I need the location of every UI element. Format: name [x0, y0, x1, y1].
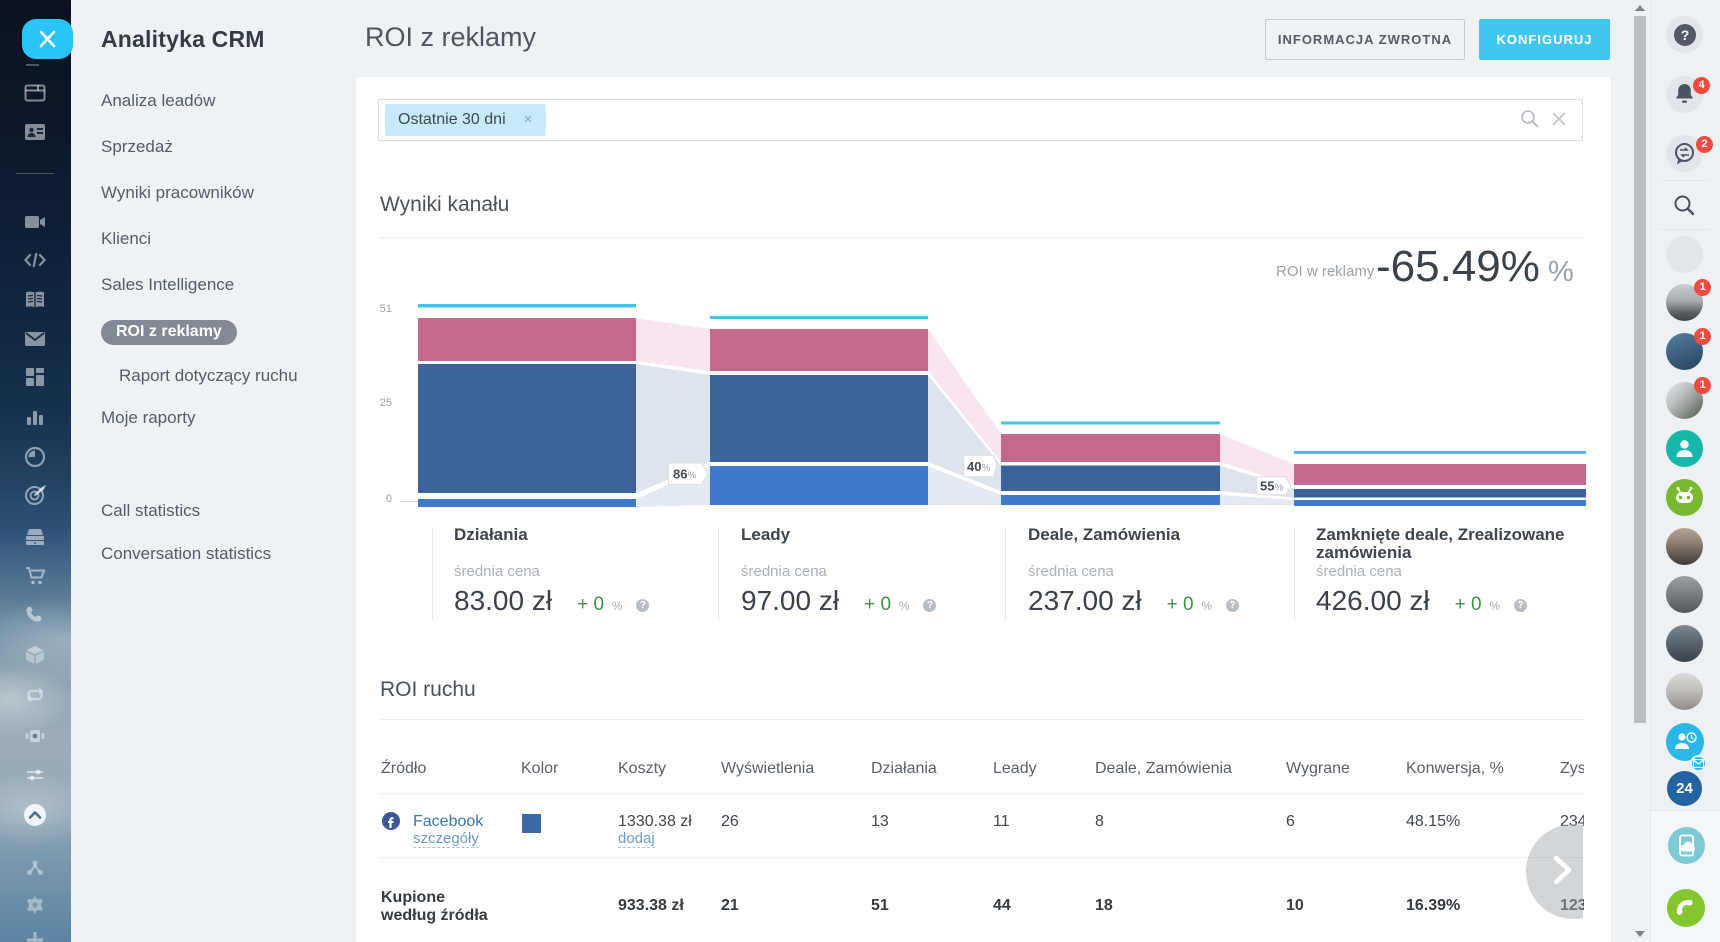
- svg-text:25: 25: [380, 397, 392, 409]
- svg-text:0: 0: [386, 493, 392, 505]
- svg-text:51: 51: [380, 303, 392, 315]
